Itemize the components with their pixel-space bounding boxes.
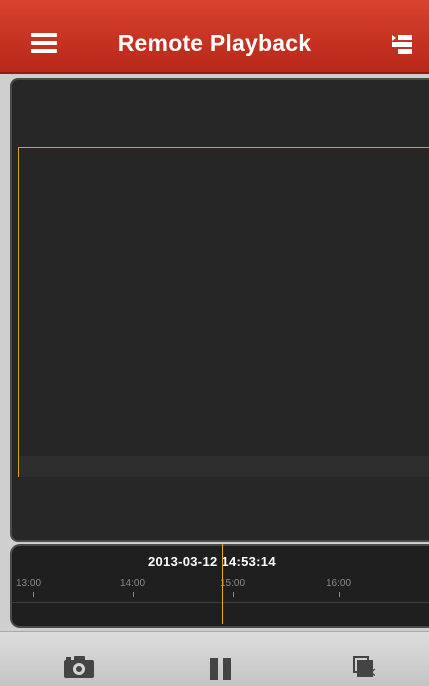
tick-mark-1300 [33, 592, 34, 597]
selected-video-window[interactable] [18, 147, 429, 477]
tick-label-1600: 16:00 [326, 578, 352, 589]
tick-mark-1400 [133, 592, 134, 597]
pause-button[interactable] [170, 632, 250, 686]
camera-icon [64, 656, 94, 678]
tick-mark-1500 [233, 592, 234, 597]
timeline-cursor[interactable] [222, 544, 223, 624]
playback-timeline[interactable]: 2013-03-12 14:53:14 13:00 14:00 15:00 16… [10, 544, 429, 628]
tick-label-1300: 13:00 [16, 578, 42, 589]
timeline-baseline [12, 602, 429, 603]
bottom-toolbar: ✕ [0, 631, 429, 686]
tick-mark-1600 [339, 592, 340, 597]
page-title: Remote Playback [117, 30, 312, 56]
playback-list-icon[interactable] [392, 35, 412, 54]
close-all-windows-icon: ✕ [353, 656, 377, 680]
video-panel [10, 78, 429, 542]
tick-label-1500: 15:00 [220, 578, 246, 589]
app-header: Remote Playback [0, 0, 429, 74]
video-window-band [19, 456, 429, 477]
close-all-button[interactable]: ✕ [336, 632, 416, 686]
pause-icon [210, 658, 232, 680]
current-time-label: 2013-03-12 14:53:14 [148, 554, 276, 569]
tick-label-1400: 14:00 [120, 578, 146, 589]
capture-button[interactable] [36, 632, 116, 686]
